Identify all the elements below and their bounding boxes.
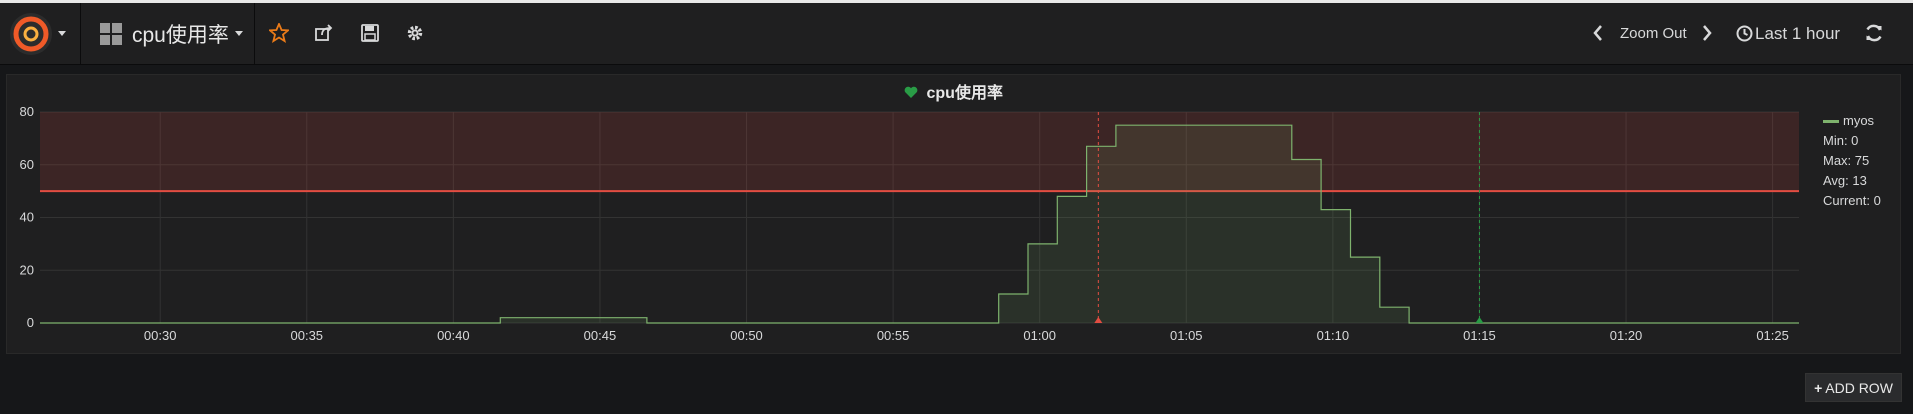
x-tick-label: 00:30 bbox=[144, 328, 177, 343]
x-tick-label: 01:25 bbox=[1756, 328, 1789, 343]
x-tick-label: 00:55 bbox=[877, 328, 910, 343]
add-row-button[interactable]: + ADD ROW bbox=[1805, 373, 1902, 402]
x-tick-label: 01:20 bbox=[1610, 328, 1643, 343]
x-tick-label: 00:45 bbox=[584, 328, 617, 343]
x-tick-label: 00:35 bbox=[291, 328, 324, 343]
x-tick-label: 01:00 bbox=[1023, 328, 1056, 343]
threshold-layer bbox=[40, 112, 1799, 193]
add-row-label: ADD ROW bbox=[1825, 379, 1893, 396]
x-tick-label: 00:40 bbox=[437, 328, 470, 343]
threshold-region bbox=[40, 112, 1799, 192]
y-tick-label: 40 bbox=[20, 210, 34, 225]
plus-icon: + bbox=[1814, 379, 1823, 396]
y-tick-label: 60 bbox=[20, 157, 34, 172]
x-tick-label: 01:10 bbox=[1317, 328, 1350, 343]
x-tick-label: 01:05 bbox=[1170, 328, 1203, 343]
y-tick-label: 20 bbox=[20, 262, 34, 277]
y-tick-label: 0 bbox=[27, 315, 34, 330]
annotation-marker bbox=[1475, 317, 1484, 323]
y-tick-label: 80 bbox=[20, 104, 34, 119]
cpu-usage-chart[interactable]: 0 20 40 60 80 00:30 00:35 00:40 00:45 00:50 00:55 0… bbox=[0, 0, 1913, 414]
x-tick-label: 01:15 bbox=[1463, 328, 1496, 343]
x-tick-label: 00:50 bbox=[730, 328, 763, 343]
